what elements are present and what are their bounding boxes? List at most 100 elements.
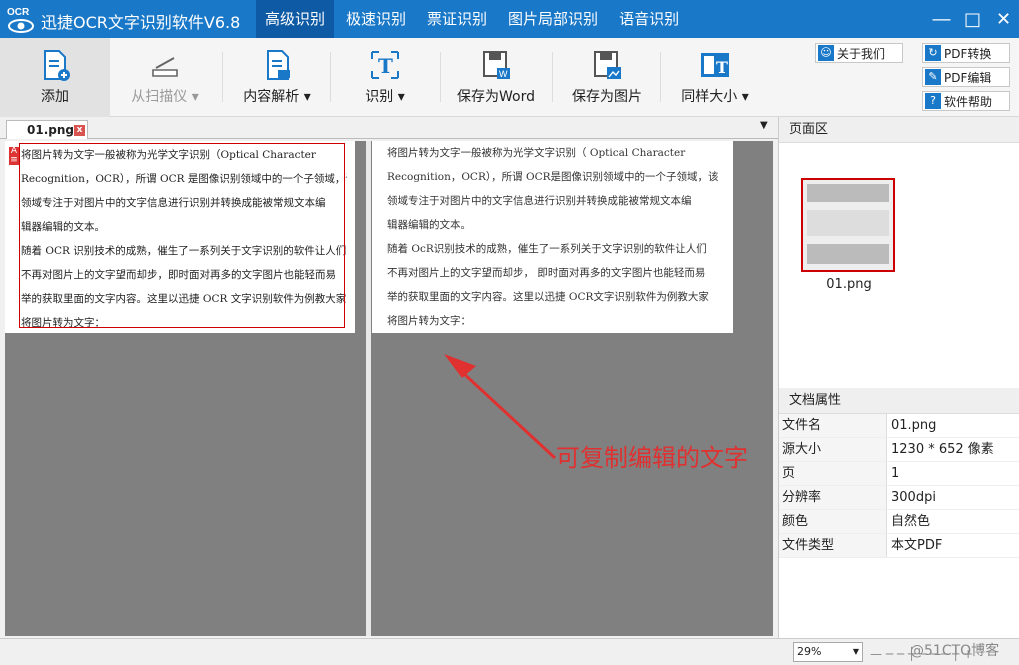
result-line[interactable]: 将图片转为文字： bbox=[387, 309, 727, 333]
result-line[interactable]: 领域专注于对图片中的文字信息进行识别并转换成能被常规文本编 bbox=[387, 189, 727, 213]
result-line[interactable]: 辑器编辑的文本。 bbox=[387, 213, 727, 237]
save-image-label: 保存为图片 bbox=[572, 89, 642, 105]
tab-list-dropdown-icon[interactable]: ▼ bbox=[760, 120, 768, 131]
convert-icon: ↻ bbox=[925, 45, 941, 61]
same-size-label: 同样大小 ▾ bbox=[681, 89, 749, 105]
recognized-text[interactable]: 将图片转为文字一般被称为光学文字识别（ Optical Character Re… bbox=[387, 141, 727, 333]
pdf-edit-button[interactable]: ✎ PDF编辑 bbox=[922, 67, 1010, 87]
close-button[interactable]: ✕ bbox=[988, 0, 1019, 38]
svg-text:T: T bbox=[716, 58, 728, 77]
help-label: 软件帮助 bbox=[944, 94, 993, 109]
document-tab-bar: 01.png x ▼ bbox=[0, 117, 778, 139]
pdf-edit-label: PDF编辑 bbox=[944, 70, 992, 85]
property-row: 文件类型 本文PDF bbox=[779, 534, 1019, 558]
result-line[interactable]: 将图片转为文字一般被称为光学文字识别（ Optical Character bbox=[387, 141, 727, 165]
same-size-icon: T bbox=[701, 53, 729, 77]
add-button[interactable]: 添加 bbox=[0, 38, 110, 117]
tab-partial-ocr[interactable]: 图片局部识别 bbox=[499, 0, 607, 38]
watermark: @51CTO博客 bbox=[910, 643, 1000, 659]
recognize-label: 识别 ▾ bbox=[365, 89, 405, 105]
add-file-icon bbox=[44, 50, 70, 81]
save-word-button[interactable]: W 保存为Word bbox=[448, 38, 544, 117]
property-row: 源大小 1230 * 652 像素 bbox=[779, 438, 1019, 462]
thumb-block bbox=[807, 210, 889, 236]
tab-fast-ocr[interactable]: 极速识别 bbox=[337, 0, 415, 38]
zoom-value: 29% bbox=[797, 645, 822, 658]
property-key: 源大小 bbox=[779, 438, 887, 461]
same-size-button[interactable]: T 同样大小 ▾ bbox=[668, 38, 762, 117]
recognition-region[interactable] bbox=[19, 143, 345, 328]
ocr-logo-icon: OCR bbox=[7, 7, 34, 33]
help-button[interactable]: ? 软件帮助 bbox=[922, 91, 1010, 111]
parse-button[interactable]: 内容解析 ▾ bbox=[234, 38, 320, 117]
annotation-text: 可复制编辑的文字 bbox=[556, 444, 748, 472]
recognize-button[interactable]: T 识别 ▾ bbox=[345, 38, 425, 117]
property-value: 01.png bbox=[891, 418, 937, 433]
svg-text:T: T bbox=[378, 54, 393, 78]
property-row: 页1 bbox=[779, 462, 1019, 486]
save-word-icon: W bbox=[483, 51, 510, 79]
app-title: 迅捷OCR文字识别软件V6.8 bbox=[41, 13, 241, 32]
svg-text:OCR: OCR bbox=[7, 7, 30, 18]
thumb-block bbox=[807, 244, 889, 264]
toolbar-divider bbox=[440, 52, 441, 102]
property-key: 页 bbox=[779, 462, 887, 485]
property-row: 分辨率 300dpi bbox=[779, 486, 1019, 510]
property-value: 1230 * 652 像素 bbox=[891, 442, 994, 457]
maximize-button[interactable]: □ bbox=[957, 0, 988, 38]
toolbar-divider bbox=[222, 52, 223, 102]
tab-ticket-ocr[interactable]: 票证识别 bbox=[418, 0, 496, 38]
source-image-page: A ≡ 将图片转为文字一般被称为光学文字识别（Optical Character … bbox=[5, 141, 355, 333]
page-thumbnail[interactable] bbox=[801, 178, 895, 272]
property-value: 本文PDF bbox=[891, 538, 943, 553]
property-key: 文件名 bbox=[779, 414, 887, 437]
pdf-convert-button[interactable]: ↻ PDF转换 bbox=[922, 43, 1010, 63]
right-panel: 页面区 01.png 文档属性 文件名 01.png 源大小 1230 * 652 … bbox=[778, 117, 1019, 638]
zoom-select[interactable]: 29% ▼ bbox=[793, 642, 863, 662]
document-properties: 文档属性 文件名 01.png 源大小 1230 * 652 像素 页1 分辨率 30… bbox=[779, 388, 1019, 558]
about-button[interactable]: ☺ 关于我们 bbox=[815, 43, 903, 63]
parse-label: 内容解析 ▾ bbox=[243, 89, 311, 105]
close-tab-icon[interactable]: x bbox=[74, 125, 85, 136]
window-controls: ― □ ✕ bbox=[926, 0, 1019, 38]
toolbar: 添加 从扫描仪 ▾ 内容解析 ▾ T 识别 ▾ W 保存为Word 保存为图片 … bbox=[0, 38, 1019, 117]
recognition-marker-icon: A ≡ bbox=[9, 146, 19, 165]
user-icon: ☺ bbox=[818, 45, 834, 61]
tab-voice-ocr[interactable]: 语音识别 bbox=[610, 0, 688, 38]
result-line[interactable]: 不再对图片上的文字望而却步， 即时面对再多的文字图片也能轻而易 bbox=[387, 261, 727, 285]
property-row: 颜色 自然色 bbox=[779, 510, 1019, 534]
scanner-label: 从扫描仪 ▾ bbox=[131, 89, 199, 105]
result-line[interactable]: Recognition，OCR），所谓 OCR是图像识别领域中的一个子领域，该 bbox=[387, 165, 727, 189]
chevron-down-icon: ▼ bbox=[852, 647, 859, 656]
result-line[interactable]: 随着 OcR识别技术的成熟，催生了一系列关于文字识别的软件让人们 bbox=[387, 237, 727, 261]
svg-text:W: W bbox=[499, 69, 508, 79]
file-tab[interactable]: 01.png x bbox=[6, 120, 88, 139]
file-tab-label: 01.png bbox=[27, 123, 74, 137]
save-image-button[interactable]: 保存为图片 bbox=[560, 38, 654, 117]
mode-tabs: 高级识别 极速识别 票证识别 图片局部识别 语音识别 bbox=[256, 0, 691, 38]
save-word-label: 保存为Word bbox=[457, 89, 535, 105]
page-thumbnail-area: 01.png bbox=[779, 143, 1019, 388]
property-key: 颜色 bbox=[779, 510, 887, 533]
thumb-block bbox=[807, 184, 889, 202]
status-bar: 29% ▼ — ─ ─ ┼ ─ ─ ─ ┼ + bbox=[0, 638, 1019, 665]
property-value: 1 bbox=[891, 466, 900, 481]
tab-advanced-ocr[interactable]: 高级识别 bbox=[256, 0, 335, 38]
save-image-icon bbox=[594, 51, 621, 79]
toolbar-divider bbox=[660, 52, 661, 102]
result-line[interactable]: 举的获取里面的文字内容。这里以迅捷 OCR文字识别软件为例教大家 bbox=[387, 285, 727, 309]
minimize-button[interactable]: ― bbox=[926, 0, 957, 38]
result-text-page[interactable]: 将图片转为文字一般被称为光学文字识别（ Optical Character Re… bbox=[372, 141, 733, 333]
text-recognize-icon: T bbox=[371, 51, 399, 79]
about-label: 关于我们 bbox=[837, 46, 886, 61]
scanner-button[interactable]: 从扫描仪 ▾ bbox=[120, 38, 210, 117]
help-icon: ? bbox=[925, 93, 941, 109]
scanner-icon bbox=[152, 57, 178, 77]
title-bar: OCR 迅捷OCR文字识别软件V6.8 高级识别 极速识别 票证识别 图片局部识… bbox=[0, 0, 1019, 38]
edit-icon: ✎ bbox=[925, 69, 941, 85]
pdf-convert-label: PDF转换 bbox=[944, 46, 992, 61]
property-key: 分辨率 bbox=[779, 486, 887, 509]
source-image-pane[interactable]: A ≡ 将图片转为文字一般被称为光学文字识别（Optical Character … bbox=[5, 141, 366, 636]
thumbnail-label: 01.png bbox=[826, 277, 872, 292]
property-value: 300dpi bbox=[891, 490, 936, 505]
